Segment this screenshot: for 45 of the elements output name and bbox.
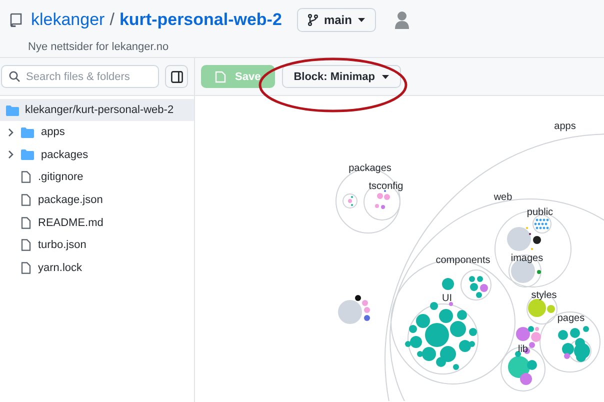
file-icon bbox=[21, 262, 31, 274]
folder-icon bbox=[6, 104, 19, 116]
block-dropdown[interactable]: Block: Minimap bbox=[282, 65, 401, 88]
folder-icon bbox=[21, 149, 34, 160]
minimap-label: styles bbox=[531, 290, 557, 301]
file-item[interactable]: .gitignore bbox=[0, 166, 194, 189]
file-icon bbox=[21, 194, 31, 206]
chevron-icon bbox=[8, 128, 14, 137]
repo-link[interactable]: kurt-personal-web-2 bbox=[119, 10, 282, 30]
owner-link[interactable]: klekanger bbox=[31, 10, 105, 30]
path-separator: / bbox=[110, 10, 114, 30]
panel-toggle-button[interactable] bbox=[165, 65, 188, 88]
minimap-label: UI bbox=[442, 293, 452, 304]
search-icon bbox=[9, 71, 20, 82]
folder-item[interactable]: packages bbox=[0, 144, 194, 166]
file-item[interactable]: yarn.lock bbox=[0, 256, 194, 280]
minimap-label: public bbox=[526, 207, 554, 218]
folder-item[interactable]: apps bbox=[0, 121, 194, 144]
tree-root-item[interactable]: klekanger/kurt-personal-web-2 bbox=[0, 99, 194, 121]
minimap-label: components bbox=[436, 255, 490, 266]
sidebar-icon bbox=[170, 70, 182, 82]
minimap-label: images bbox=[510, 253, 544, 264]
search-field[interactable]: Search files & folders bbox=[1, 65, 159, 88]
save-icon bbox=[215, 70, 226, 82]
minimap-label: apps bbox=[554, 121, 576, 132]
repo-description: Nye nettsider for lekanger.no bbox=[28, 41, 170, 53]
repo-icon bbox=[10, 13, 22, 27]
minimap-label: pages bbox=[557, 313, 585, 324]
file-icon bbox=[21, 216, 31, 229]
file-icon bbox=[21, 239, 31, 252]
file-item[interactable]: README.md bbox=[0, 211, 194, 234]
minimap-label: tsconfig bbox=[368, 181, 404, 192]
chevron-icon bbox=[8, 150, 14, 160]
caret-icon bbox=[382, 74, 389, 78]
file-icon bbox=[21, 171, 31, 184]
minimap-label: web bbox=[494, 192, 512, 203]
folder-icon bbox=[21, 126, 34, 138]
branch-button[interactable]: main bbox=[296, 8, 376, 32]
minimap-label: packages bbox=[348, 163, 392, 174]
branch-icon bbox=[308, 14, 318, 26]
caret-icon bbox=[358, 18, 365, 22]
avatar bbox=[394, 11, 409, 29]
file-item[interactable]: package.json bbox=[0, 188, 194, 212]
minimap-label: lib bbox=[518, 344, 528, 355]
file-item[interactable]: turbo.json bbox=[0, 234, 194, 257]
